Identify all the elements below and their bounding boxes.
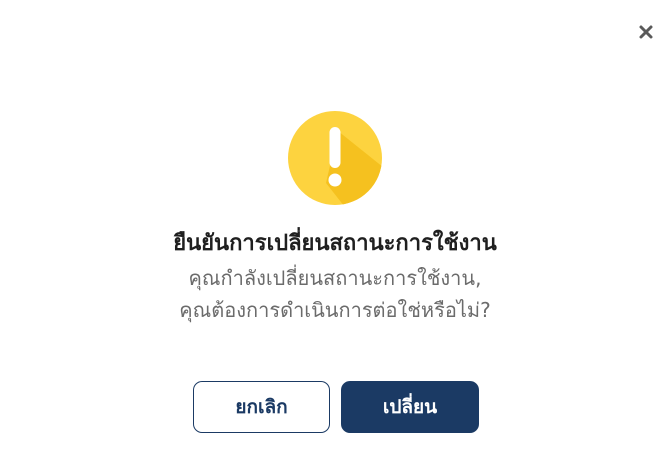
confirm-status-change-dialog: ยืนยันการเปลี่ยนสถานะการใช้งาน คุณกำลังเ… bbox=[0, 0, 670, 449]
dialog-title: ยืนยันการเปลี่ยนสถานะการใช้งาน bbox=[173, 231, 497, 256]
warning-icon bbox=[288, 111, 382, 205]
close-button[interactable] bbox=[636, 22, 656, 42]
dialog-message: คุณกำลังเปลี่ยนสถานะการใช้งาน, คุณต้องกา… bbox=[0, 262, 670, 326]
message-line-1: คุณกำลังเปลี่ยนสถานะการใช้งาน, bbox=[188, 266, 482, 290]
confirm-button-label: เปลี่ยน bbox=[382, 396, 438, 418]
close-icon bbox=[639, 25, 653, 39]
message-line-2: คุณต้องการดำเนินการต่อใช่หรือไม่? bbox=[179, 298, 491, 322]
cancel-button[interactable]: ยกเลิก bbox=[193, 381, 330, 433]
confirm-change-button[interactable]: เปลี่ยน bbox=[341, 381, 479, 433]
cancel-button-label: ยกเลิก bbox=[235, 396, 288, 418]
